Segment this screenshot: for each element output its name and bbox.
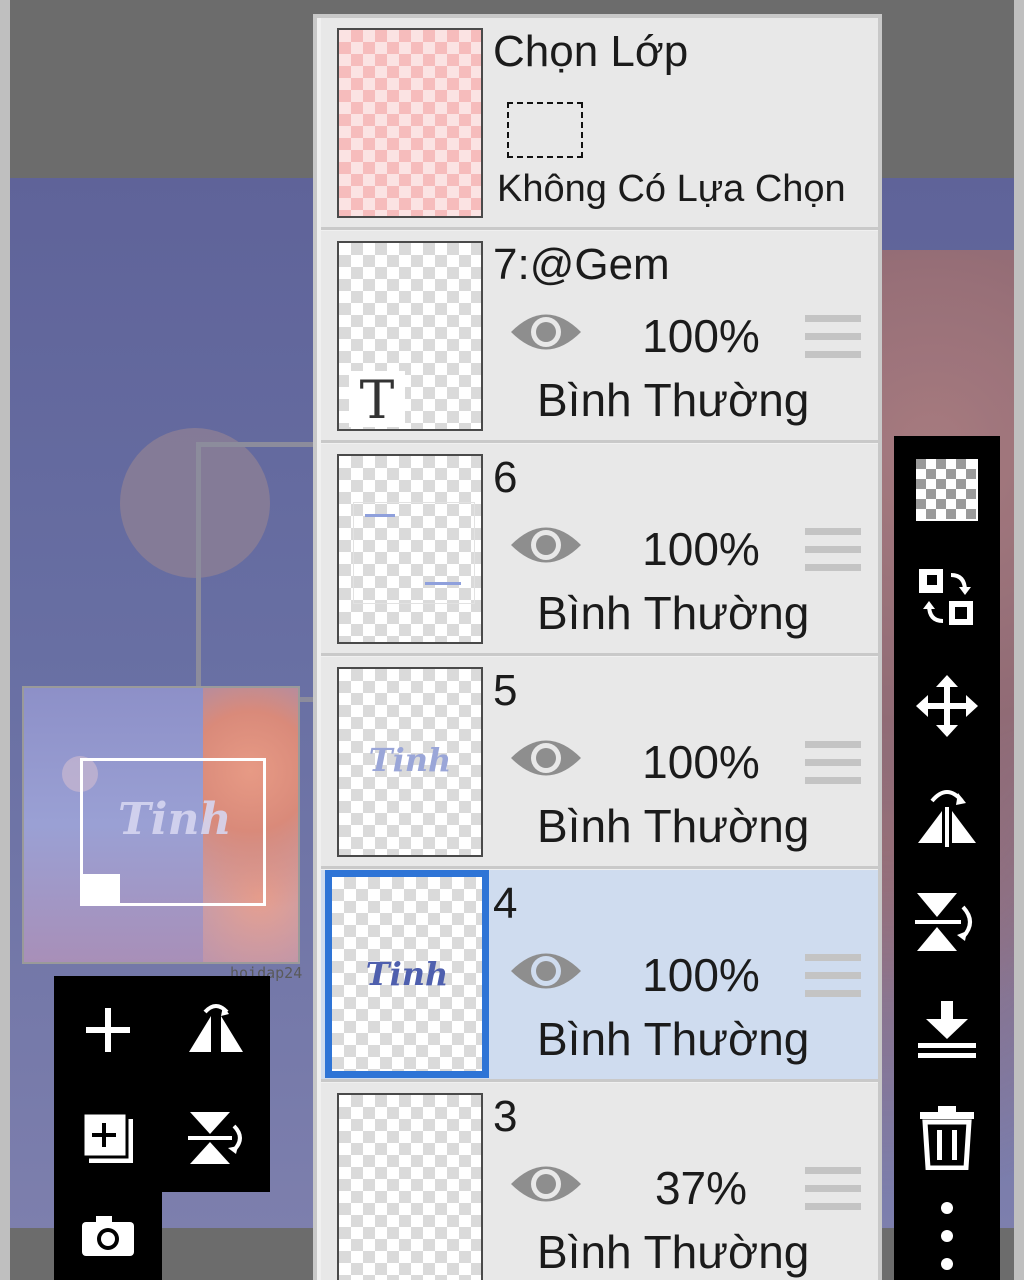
flip-layer-vertical-icon[interactable]: [894, 868, 1000, 976]
selection-thumbnail: [337, 28, 483, 218]
selection-status: Không Có Lựa Chọn: [497, 168, 846, 210]
transparency-icon[interactable]: [894, 436, 1000, 544]
left-edge: [0, 0, 10, 1280]
layer-row[interactable]: 6 100% Bình Thường: [321, 444, 878, 656]
left-toolbar-ext: [54, 1192, 162, 1280]
layer-panel: Chọn Lớp Không Có Lựa Chọn T 7:@Gem 100%…: [313, 14, 882, 1280]
layer-opacity[interactable]: 100%: [626, 520, 776, 580]
layer-thumbnail: [337, 1093, 483, 1280]
layer-row[interactable]: T 7:@Gem 100% Bình Thường: [321, 231, 878, 443]
flip-layer-horizontal-icon[interactable]: [894, 760, 1000, 868]
layer-row[interactable]: 3 37% Bình Thường: [321, 1083, 878, 1280]
layer-opacity[interactable]: 100%: [626, 733, 776, 793]
drag-handle-icon[interactable]: [805, 1167, 861, 1218]
layer-opacity[interactable]: 37%: [626, 1159, 776, 1219]
drag-handle-icon[interactable]: [805, 954, 861, 1005]
navigator-preview[interactable]: Tinh: [22, 686, 300, 964]
eye-icon[interactable]: [509, 946, 583, 1001]
layer-name: 5: [493, 666, 518, 715]
selection-title: Chọn Lớp: [493, 27, 689, 76]
left-toolbar: [54, 976, 270, 1192]
add-layer-icon[interactable]: [54, 976, 162, 1084]
swap-layers-icon[interactable]: [894, 544, 1000, 652]
text-layer-icon: T: [349, 371, 405, 427]
layer-thumbnail: Tinh: [325, 870, 489, 1078]
blend-mode[interactable]: Bình Thường: [537, 1225, 809, 1280]
add-layer-copy-icon[interactable]: [54, 1084, 162, 1192]
navigator-sticker: [80, 874, 120, 906]
layer-thumbnail: T: [337, 241, 483, 431]
blend-mode[interactable]: Bình Thường: [537, 373, 809, 428]
canvas-frame: [196, 442, 321, 702]
more-icon[interactable]: [894, 1192, 1000, 1280]
blend-mode[interactable]: Bình Thường: [537, 1012, 809, 1067]
eye-icon[interactable]: [509, 307, 583, 362]
selection-marquee-icon: [507, 102, 583, 158]
camera-icon[interactable]: [54, 1192, 162, 1280]
drag-handle-icon[interactable]: [805, 315, 861, 366]
delete-icon[interactable]: [894, 1084, 1000, 1192]
layer-opacity[interactable]: 100%: [626, 946, 776, 1006]
thumb-line: [365, 514, 395, 517]
layer-opacity[interactable]: 100%: [626, 307, 776, 367]
layer-row-selected[interactable]: Tinh 4 100% Bình Thường: [321, 870, 878, 1082]
layer-thumbnail: Tinh: [337, 667, 483, 857]
right-toolbar: [894, 436, 1000, 1280]
move-icon[interactable]: [894, 652, 1000, 760]
blend-mode[interactable]: Bình Thường: [537, 586, 809, 641]
layer-name: 6: [493, 453, 518, 502]
layer-thumbnail: [337, 454, 483, 644]
layer-row[interactable]: Tinh 5 100% Bình Thường: [321, 657, 878, 869]
thumb-word: Tinh: [368, 741, 452, 779]
merge-down-icon[interactable]: [894, 976, 1000, 1084]
navigator-word: Tinh: [118, 794, 232, 845]
flip-horizontal-icon[interactable]: [162, 976, 270, 1084]
drag-handle-icon[interactable]: [805, 741, 861, 792]
blend-mode[interactable]: Bình Thường: [537, 799, 809, 854]
eye-icon[interactable]: [509, 1159, 583, 1214]
layer-name: 3: [493, 1092, 518, 1141]
flip-vertical-icon[interactable]: [162, 1084, 270, 1192]
thumb-word: Tinh: [365, 955, 449, 993]
layer-name: 7:@Gem: [493, 240, 670, 289]
thumb-frame: [353, 502, 475, 604]
eye-icon[interactable]: [509, 733, 583, 788]
drag-handle-icon[interactable]: [805, 528, 861, 579]
right-edge: [1014, 0, 1024, 1280]
selection-layer-row[interactable]: Chọn Lớp Không Có Lựa Chọn: [321, 18, 878, 230]
layer-name: 4: [493, 879, 518, 928]
eye-icon[interactable]: [509, 520, 583, 575]
thumb-line: [425, 582, 461, 585]
